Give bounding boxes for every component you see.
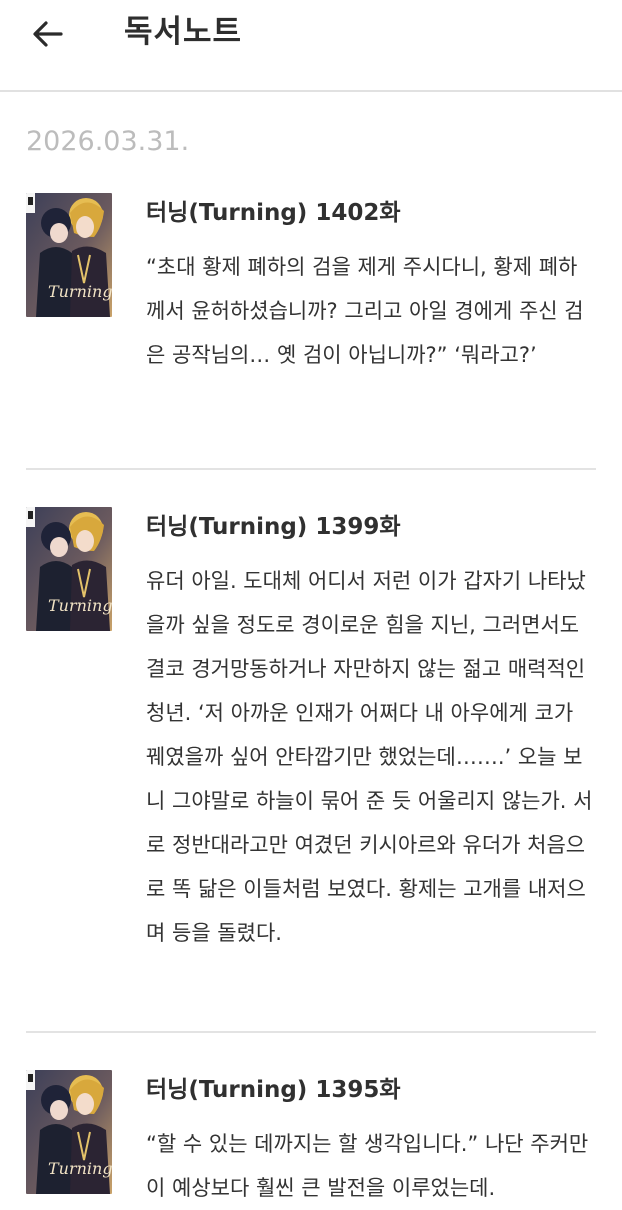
svg-text:Turning: Turning (48, 282, 112, 301)
book-cover-thumbnail[interactable]: Turning (26, 193, 112, 317)
page-title: 독서노트 (124, 14, 243, 50)
note-title[interactable]: 터닝(Turning) 1402화 (146, 193, 401, 233)
divider (26, 1031, 596, 1033)
note-title[interactable]: 터닝(Turning) 1395화 (146, 1070, 401, 1110)
back-button[interactable] (26, 12, 70, 56)
note-text: “초대 황제 폐하의 검을 제게 주시다니, 황제 폐하께서 윤허하셨습니까? … (146, 255, 584, 367)
app-header: 독서노트 (0, 0, 622, 92)
note-text: 유더 아일. 도대체 어디서 저런 이가 갑자기 나타났을까 싶을 정도로 경이… (146, 569, 593, 945)
svg-text:Turning: Turning (48, 596, 112, 615)
book-cover-thumbnail[interactable]: Turning (26, 1070, 112, 1194)
svg-text:Turning: Turning (48, 1159, 112, 1178)
note-title[interactable]: 터닝(Turning) 1399화 (146, 507, 401, 547)
note-text: “할 수 있는 데까지는 할 생각입니다.” 나단 주커만이 예상보다 훨씬 큰… (146, 1132, 589, 1200)
note-date: 2026.03.31. (26, 126, 190, 157)
divider (26, 468, 596, 470)
arrow-left-icon (33, 21, 63, 47)
book-cover-thumbnail[interactable]: Turning (26, 507, 112, 631)
